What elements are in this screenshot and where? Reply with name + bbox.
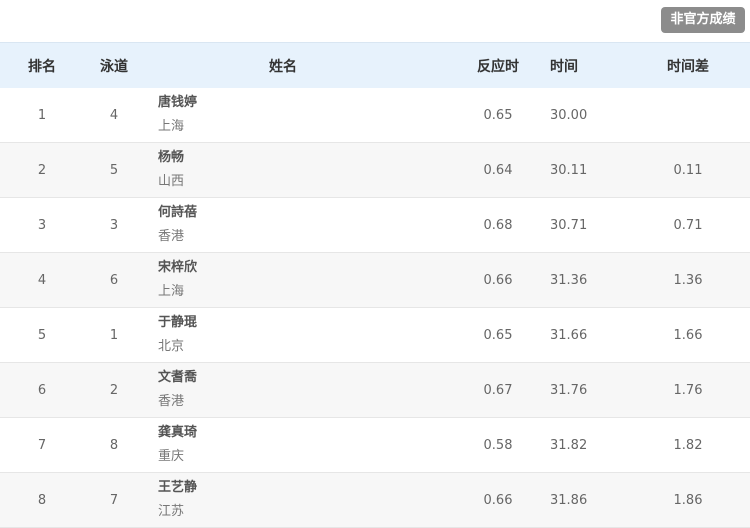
diff-cell: 0.11	[673, 162, 703, 178]
athlete-region: 北京	[158, 339, 185, 354]
athlete-name: 文耆喬	[158, 370, 198, 385]
table-header: 排名 泳道 姓名 反应时 时间 时间差	[0, 42, 750, 88]
top-bar: 非官方成绩	[0, 0, 750, 42]
table-row: 3 3 何詩蓓 香港 0.68 30.71 0.71	[0, 198, 750, 253]
diff-cell: 1.86	[673, 492, 703, 508]
header-lane: 泳道	[100, 58, 128, 75]
athlete-name: 龚真琦	[158, 425, 198, 440]
name-cell: 文耆喬 香港	[158, 363, 408, 417]
reaction-cell: 0.68	[483, 217, 513, 233]
table-row: 4 6 宋梓欣 上海 0.66 31.36 1.36	[0, 253, 750, 308]
lane-cell: 5	[109, 162, 119, 178]
athlete-region: 重庆	[158, 449, 185, 464]
athlete-name: 王艺静	[158, 480, 198, 495]
diff-cell: 1.76	[673, 382, 703, 398]
lane-cell: 4	[109, 107, 119, 123]
rank-cell: 8	[37, 492, 47, 508]
reaction-cell: 0.58	[483, 437, 513, 453]
name-cell: 宋梓欣 上海	[158, 253, 408, 307]
athlete-region: 上海	[158, 284, 185, 299]
reaction-cell: 0.65	[483, 327, 513, 343]
time-cell: 30.00	[550, 107, 588, 123]
time-cell: 31.66	[550, 327, 588, 343]
reaction-cell: 0.66	[483, 492, 513, 508]
results-table: 排名 泳道 姓名 反应时 时间 时间差 1 4 唐钱婷 上海 0.65 30.0…	[0, 42, 750, 528]
diff-cell: 0.71	[673, 217, 703, 233]
diff-cell	[650, 88, 726, 142]
table-row: 8 7 王艺静 江苏 0.66 31.86 1.86	[0, 473, 750, 528]
lane-cell: 6	[109, 272, 119, 288]
name-cell: 龚真琦 重庆	[158, 418, 408, 472]
reaction-cell: 0.66	[483, 272, 513, 288]
header-rank: 排名	[28, 58, 56, 75]
header-time: 时间	[550, 58, 578, 75]
table-row: 2 5 杨畅 山西 0.64 30.11 0.11	[0, 143, 750, 198]
time-cell: 31.76	[550, 382, 588, 398]
athlete-region: 香港	[158, 394, 185, 409]
lane-cell: 1	[109, 327, 119, 343]
time-cell: 30.11	[550, 162, 588, 178]
athlete-name: 唐钱婷	[158, 95, 198, 110]
athlete-name: 于静琨	[158, 315, 198, 330]
rank-cell: 4	[37, 272, 47, 288]
rank-cell: 7	[37, 437, 47, 453]
diff-cell: 1.82	[673, 437, 703, 453]
name-cell: 于静琨 北京	[158, 308, 408, 362]
name-cell: 王艺静 江苏	[158, 473, 408, 527]
rank-cell: 1	[37, 107, 47, 123]
name-cell: 杨畅 山西	[158, 143, 408, 197]
athlete-name: 何詩蓓	[158, 205, 198, 220]
reaction-cell: 0.65	[483, 107, 513, 123]
rank-cell: 2	[37, 162, 47, 178]
time-cell: 31.86	[550, 492, 588, 508]
reaction-cell: 0.67	[483, 382, 513, 398]
athlete-region: 上海	[158, 119, 185, 134]
time-cell: 30.71	[550, 217, 588, 233]
diff-cell: 1.66	[673, 327, 703, 343]
table-row: 6 2 文耆喬 香港 0.67 31.76 1.76	[0, 363, 750, 418]
athlete-region: 山西	[158, 174, 185, 189]
athlete-region: 香港	[158, 229, 185, 244]
table-row: 5 1 于静琨 北京 0.65 31.66 1.66	[0, 308, 750, 363]
diff-cell: 1.36	[673, 272, 703, 288]
lane-cell: 3	[109, 217, 119, 233]
header-name: 姓名	[269, 58, 297, 75]
table-row: 1 4 唐钱婷 上海 0.65 30.00	[0, 88, 750, 143]
athlete-name: 杨畅	[158, 150, 185, 165]
time-cell: 31.82	[550, 437, 588, 453]
name-cell: 何詩蓓 香港	[158, 198, 408, 252]
lane-cell: 8	[109, 437, 119, 453]
rank-cell: 5	[37, 327, 47, 343]
rank-cell: 3	[37, 217, 47, 233]
athlete-region: 江苏	[158, 504, 185, 519]
lane-cell: 2	[109, 382, 119, 398]
time-cell: 31.36	[550, 272, 588, 288]
header-reaction: 反应时	[477, 58, 519, 75]
unofficial-results-button[interactable]: 非官方成绩	[661, 7, 745, 33]
lane-cell: 7	[109, 492, 119, 508]
reaction-cell: 0.64	[483, 162, 513, 178]
athlete-name: 宋梓欣	[158, 260, 198, 275]
table-row: 7 8 龚真琦 重庆 0.58 31.82 1.82	[0, 418, 750, 473]
rank-cell: 6	[37, 382, 47, 398]
name-cell: 唐钱婷 上海	[158, 88, 408, 142]
header-diff: 时间差	[667, 58, 709, 75]
